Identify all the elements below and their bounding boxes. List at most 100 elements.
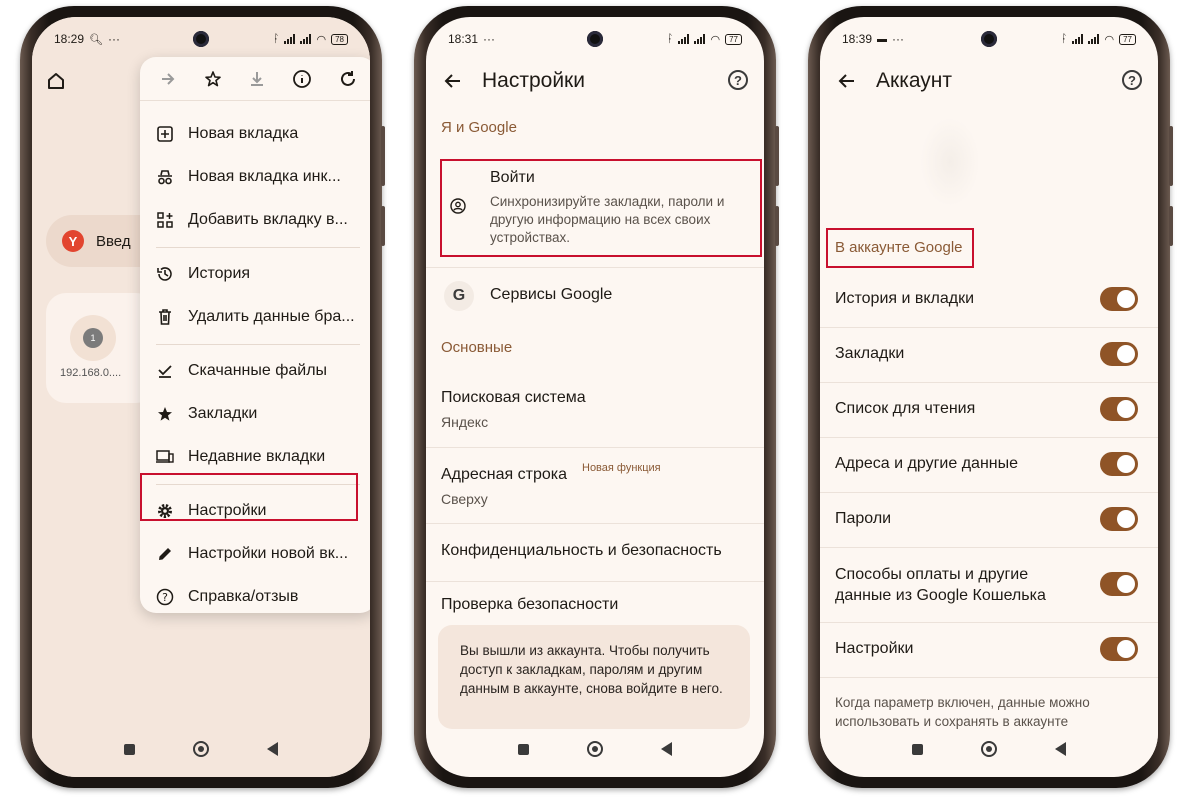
home-button[interactable]	[587, 741, 603, 757]
help-icon: ?	[156, 588, 174, 606]
toggle-switch[interactable]	[1100, 637, 1138, 661]
wifi-icon: ◠	[316, 33, 327, 46]
signed-out-card: Вы вышли из аккаунта. Чтобы получить дос…	[438, 625, 750, 729]
menu-item-label: Недавние вкладки	[188, 448, 326, 465]
menu-item-add-to-group[interactable]: Добавить вкладку в...	[140, 202, 370, 238]
toggle-row[interactable]: Список для чтения	[820, 383, 1158, 437]
home-icon[interactable]	[46, 71, 66, 91]
toggle-switch[interactable]	[1100, 342, 1138, 366]
recents-button[interactable]	[912, 743, 923, 755]
toggle-row[interactable]: Способы оплаты и другие данные из Google…	[820, 548, 1158, 622]
back-button[interactable]	[267, 742, 278, 756]
highlight-section	[826, 228, 974, 268]
bluetooth-icon: ᛛ	[666, 33, 674, 45]
menu-item-history[interactable]: История	[140, 256, 370, 292]
new-feature-badge: Новая функция	[582, 462, 661, 474]
new-tab-icon	[156, 125, 174, 143]
toggle-switch[interactable]	[1100, 452, 1138, 476]
status-time: 18:29	[54, 32, 85, 46]
overflow-menu: Новая вкладка Новая вкладка инк... Добав…	[140, 57, 370, 613]
bluetooth-icon: ᛛ	[1060, 33, 1068, 45]
toggle-label: История и вкладки	[835, 290, 975, 307]
tab-favicon: 1	[70, 315, 116, 361]
incognito-icon	[156, 168, 174, 186]
system-nav-bar	[820, 732, 1158, 766]
svg-text:?: ?	[162, 591, 168, 604]
toggle-switch[interactable]	[1100, 397, 1138, 421]
tab-count: 1	[83, 328, 103, 348]
home-button[interactable]	[193, 741, 209, 757]
safety-check-row[interactable]: Проверка безопасности	[426, 587, 764, 623]
address-bar-row[interactable]: Адресная строка Новая функция Сверху	[426, 453, 764, 517]
settings-header: Настройки ?	[426, 61, 764, 101]
menu-item-help[interactable]: ? Справка/отзыв	[140, 579, 370, 615]
battery-icon: 77	[725, 33, 742, 45]
signal-icon-2	[1088, 34, 1100, 44]
highlight-signin	[440, 159, 762, 257]
menu-item-label: Закладки	[188, 405, 258, 422]
google-services-label: Сервисы Google	[490, 286, 613, 303]
menu-item-new-tab[interactable]: Новая вкладка	[140, 116, 370, 152]
menu-item-incognito[interactable]: Новая вкладка инк...	[140, 159, 370, 195]
bookmark-star-icon	[156, 405, 174, 423]
history-icon	[156, 265, 174, 283]
help-icon[interactable]: ?	[1122, 70, 1142, 90]
toggle-switch[interactable]	[1100, 287, 1138, 311]
status-time: 18:31	[448, 32, 479, 46]
back-button[interactable]	[661, 742, 672, 756]
back-arrow-icon[interactable]	[444, 72, 462, 90]
toggle-row[interactable]: Настройки	[820, 623, 1158, 677]
status-time: 18:39	[842, 32, 873, 46]
toggle-label: Список для чтения	[835, 400, 976, 417]
menu-item-ntp-settings[interactable]: Настройки новой вк...	[140, 536, 370, 572]
refresh-icon[interactable]	[339, 70, 357, 88]
system-nav-bar	[32, 739, 370, 759]
status-dots: ···	[108, 32, 120, 46]
safety-check-label: Проверка безопасности	[441, 596, 619, 613]
highlight-settings	[140, 473, 358, 521]
info-icon[interactable]	[292, 69, 312, 89]
toggle-label: Настройки	[835, 640, 914, 657]
phone-1: 18:29 🔍︎ ··· ᛛ ◠ 78 Y Введ 1 192.168.0..…	[20, 6, 385, 788]
menu-item-label: Справка/отзыв	[188, 588, 299, 605]
menu-item-label: История	[188, 265, 251, 282]
page-title: Настройки	[482, 69, 585, 92]
toggle-row[interactable]: Закладки	[820, 328, 1158, 382]
search-engine-value: Яндекс	[441, 414, 489, 430]
trash-icon	[156, 308, 174, 326]
menu-item-recent-tabs[interactable]: Недавние вкладки	[140, 439, 370, 475]
signal-icon	[678, 34, 690, 44]
star-icon[interactable]	[204, 70, 222, 88]
devices-icon	[156, 448, 174, 466]
back-arrow-icon[interactable]	[838, 72, 856, 90]
menu-item-label: Удалить данные бра...	[188, 308, 355, 325]
signal-icon-2	[694, 34, 706, 44]
wifi-icon: ◠	[710, 33, 721, 46]
back-button[interactable]	[1055, 742, 1066, 756]
menu-item-label: Добавить вкладку в...	[188, 211, 348, 228]
home-button[interactable]	[981, 741, 997, 757]
menu-item-downloads[interactable]: Скачанные файлы	[140, 353, 370, 389]
recents-button[interactable]	[124, 743, 135, 755]
help-icon[interactable]: ?	[728, 70, 748, 90]
system-nav-bar	[426, 739, 764, 759]
recents-button[interactable]	[518, 743, 529, 755]
gamepad-icon: ▬	[877, 33, 888, 45]
page-title: Аккаунт	[876, 69, 953, 92]
arrow-forward-icon[interactable]	[159, 70, 177, 88]
menu-item-bookmarks[interactable]: Закладки	[140, 396, 370, 432]
download-icon[interactable]	[248, 70, 266, 88]
google-services-row[interactable]: G Сервисы Google	[426, 273, 764, 319]
signal-icon	[1072, 34, 1084, 44]
toggle-switch[interactable]	[1100, 572, 1138, 596]
toggle-switch[interactable]	[1100, 507, 1138, 531]
privacy-row[interactable]: Конфиденциальность и безопасность	[426, 529, 764, 575]
search-engine-row[interactable]: Поисковая система Яндекс	[426, 377, 764, 439]
toggle-row[interactable]: Адреса и другие данные	[820, 438, 1158, 492]
phone-3-screen: 18:39 ▬ ··· ᛛ ◠ 77 Аккаунт ? В аккаунте …	[820, 17, 1158, 777]
toggle-row[interactable]: Пароли	[820, 493, 1158, 547]
menu-item-clear-data[interactable]: Удалить данные бра...	[140, 299, 370, 335]
toggle-row[interactable]: История и вкладки	[820, 273, 1158, 327]
battery-icon: 78	[331, 33, 348, 45]
pencil-icon	[156, 545, 174, 563]
